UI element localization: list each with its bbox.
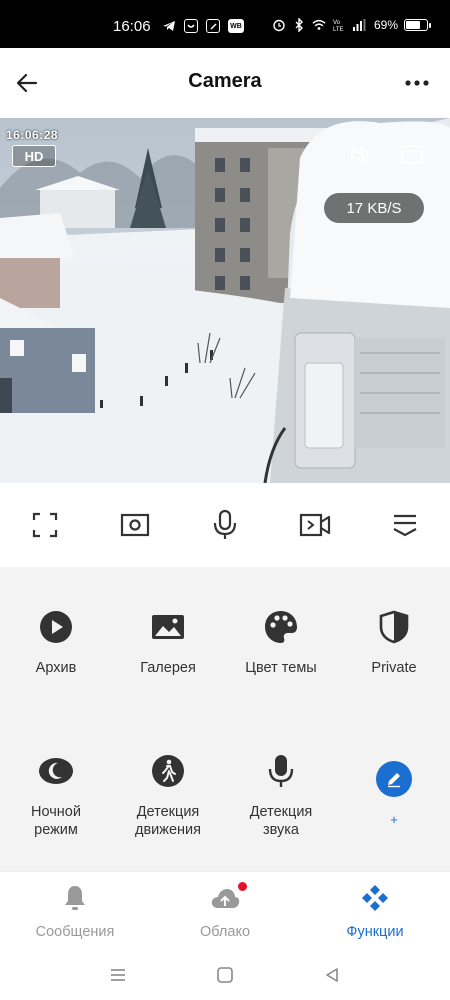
talk-button[interactable] [207, 507, 243, 543]
function-label: Галерея [140, 660, 196, 676]
play-icon [36, 607, 76, 647]
more-button[interactable] [402, 70, 432, 96]
mute-button[interactable] [348, 142, 374, 168]
function-label: Архив [35, 660, 77, 676]
home-button[interactable] [214, 964, 236, 986]
more-horizontal-icon [405, 80, 429, 86]
battery-icon [404, 19, 432, 31]
bitrate-indicator: 17 KB/S [324, 193, 424, 223]
function-theme-color[interactable]: Цвет темы [225, 607, 337, 677]
svg-text:Vo: Vo [333, 20, 341, 26]
collapse-icon [393, 514, 417, 537]
status-bar: 16:06 WB Vo LTE 69% [0, 0, 450, 48]
battery-fill [406, 21, 420, 29]
bell-icon [59, 882, 91, 914]
add-function-label: + [390, 812, 398, 827]
snapshot-icon [120, 513, 150, 537]
osd-timestamp: 16:06:28 [6, 128, 59, 142]
window-icon [401, 145, 423, 164]
status-left-icons: WB [162, 19, 244, 33]
moon-icon [36, 751, 76, 791]
app-header: Camera [0, 48, 450, 118]
svg-text:LTE: LTE [333, 27, 344, 32]
mic-icon [261, 751, 301, 791]
mute-icon [350, 144, 372, 166]
collapse-button[interactable] [387, 507, 423, 543]
status-right-icons: Vo LTE 69% [272, 18, 432, 32]
fullscreen-icon [32, 512, 58, 538]
system-back-button[interactable] [321, 964, 343, 986]
nav-label: Функции [346, 924, 404, 940]
camera-video-view[interactable]: 16:06:28 HD 17 KB/S [0, 118, 450, 483]
nav-messages[interactable]: Сообщения [0, 882, 150, 940]
functions-diamond-icon [359, 882, 391, 914]
function-sound-detection[interactable]: Детекция звука [225, 751, 337, 839]
notification-dot [238, 882, 247, 891]
wifi-icon [312, 18, 326, 32]
home-square-icon [217, 967, 233, 983]
edit-icon [376, 761, 412, 797]
function-label: Детекция звука [249, 804, 313, 838]
recents-button[interactable] [107, 964, 129, 986]
triangle-back-icon [326, 968, 338, 982]
function-night-mode[interactable]: Ночной режим [0, 751, 112, 839]
menu-lines-icon [111, 969, 125, 981]
signal-icon [352, 18, 366, 32]
image-icon [148, 607, 188, 647]
motion-walk-icon [148, 751, 188, 791]
battery-percent: 69% [374, 18, 399, 32]
chat-icon [184, 19, 198, 33]
palette-icon [261, 607, 301, 647]
privacy-shield-icon [374, 607, 414, 647]
bottom-navigation: Сообщения Облако Функции [0, 871, 450, 951]
alarm-icon [272, 18, 286, 32]
function-label: Private [371, 660, 417, 676]
microphone-icon [213, 509, 237, 539]
function-label: Ночной режим [31, 804, 81, 838]
bluetooth-icon [292, 18, 306, 32]
page-title: Camera [188, 70, 262, 92]
status-time: 16:06 [113, 18, 151, 35]
system-navigation [0, 951, 450, 1000]
function-edit-add[interactable]: + [338, 761, 450, 829]
quality-hd-button[interactable]: HD [12, 145, 56, 167]
video-frame [0, 118, 450, 483]
wb-icon: WB [228, 19, 244, 33]
snapshot-button[interactable] [117, 507, 153, 543]
nav-cloud[interactable]: Облако [150, 882, 300, 940]
nav-functions[interactable]: Функции [300, 882, 450, 940]
function-gallery[interactable]: Галерея [112, 607, 224, 677]
window-mode-button[interactable] [400, 144, 426, 166]
function-label: Детекция движения [135, 804, 201, 838]
record-button[interactable] [297, 507, 333, 543]
function-private[interactable]: Private [338, 607, 450, 677]
function-motion-detection[interactable]: Детекция движения [112, 751, 224, 839]
cloud-upload-icon [209, 882, 247, 914]
function-archive[interactable]: Архив [0, 607, 112, 677]
fullscreen-button[interactable] [27, 507, 63, 543]
video-controls [0, 483, 450, 567]
nav-label: Сообщения [35, 924, 115, 940]
telegram-icon [162, 19, 176, 33]
functions-panel: Архив Галерея Цвет темы Private Ночной р… [0, 567, 450, 871]
nav-label: Облако [199, 924, 251, 940]
volte-icon: Vo LTE [332, 18, 346, 32]
function-label: Цвет темы [245, 660, 317, 676]
record-icon [299, 513, 331, 537]
box-icon [206, 19, 220, 33]
